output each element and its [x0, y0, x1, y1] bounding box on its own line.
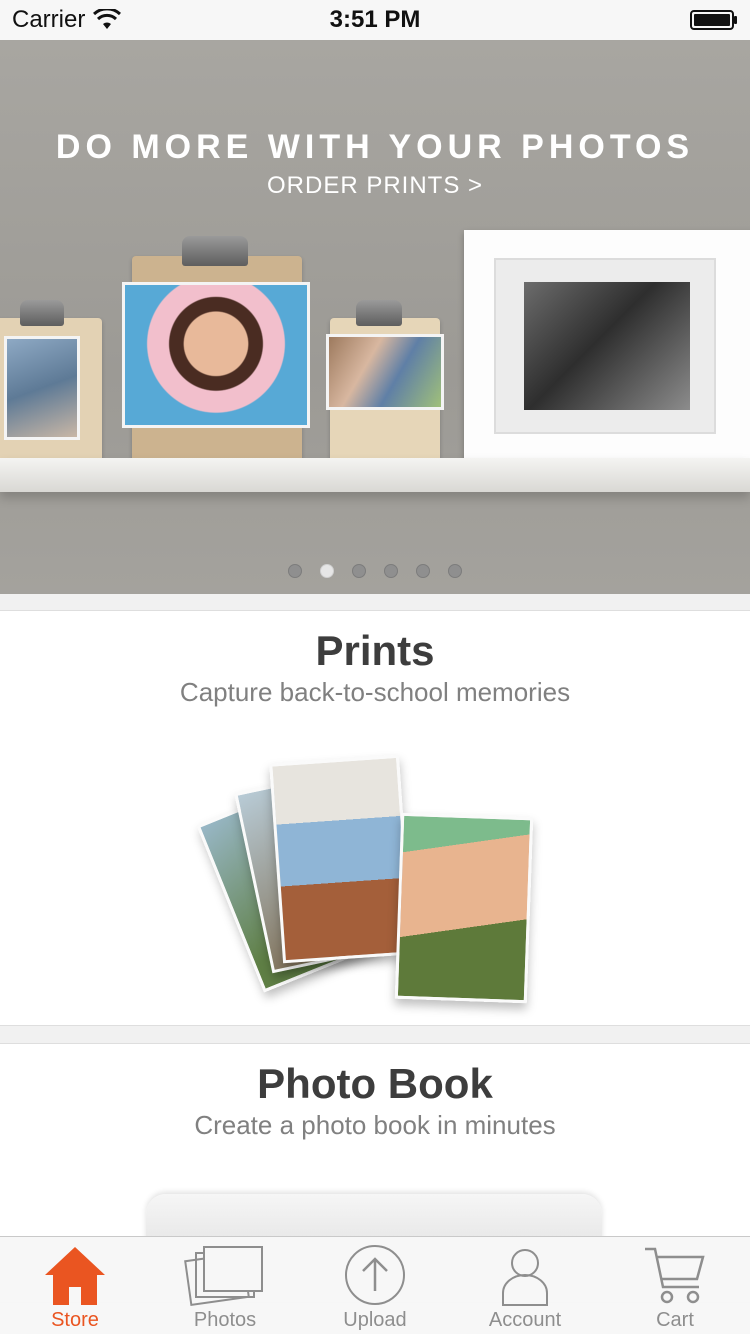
account-icon — [502, 1249, 548, 1306]
upload-icon — [345, 1245, 405, 1305]
print-photo-kids — [269, 754, 413, 964]
page-dot-active[interactable] — [320, 564, 334, 578]
photo-book-title: Photo Book — [257, 1060, 493, 1107]
clipboard-right — [326, 300, 444, 466]
photo-girl-portrait — [122, 282, 310, 428]
print-photo-boy — [394, 812, 534, 1004]
tab-account[interactable]: Account — [450, 1237, 600, 1334]
photo-family — [326, 334, 444, 410]
page-dot[interactable] — [288, 564, 302, 578]
tab-label: Store — [51, 1309, 99, 1331]
home-icon — [45, 1247, 105, 1305]
shelf — [0, 458, 750, 492]
prints-subtitle: Capture back-to-school memories — [179, 677, 571, 707]
clip-icon — [356, 300, 402, 326]
photo-frame — [464, 230, 750, 466]
prints-card[interactable]: Prints Capture back-to-school memories — [0, 610, 750, 1026]
photo-book-subtitle: Create a photo book in minutes — [194, 1110, 556, 1140]
page-dot[interactable] — [352, 564, 366, 578]
prints-title: Prints — [315, 627, 435, 674]
tab-store[interactable]: Store — [0, 1237, 150, 1334]
clip-icon — [182, 236, 248, 266]
battery-icon — [690, 10, 737, 30]
photo-girl-street — [4, 336, 80, 440]
tab-photos[interactable]: Photos — [150, 1237, 300, 1334]
clipboard-center — [122, 236, 310, 466]
page-dot[interactable] — [416, 564, 430, 578]
tab-upload[interactable]: Upload — [300, 1237, 450, 1334]
status-bar: Carrier 3:51 PM — [0, 0, 750, 40]
tab-label: Upload — [343, 1309, 407, 1331]
hero-banner[interactable]: DO MORE WITH YOUR PHOTOS ORDER PRINTS > — [0, 40, 750, 594]
frame-mat — [494, 258, 716, 434]
page-dot[interactable] — [384, 564, 398, 578]
clip-icon — [20, 300, 64, 326]
hero-title: DO MORE WITH YOUR PHOTOS — [55, 128, 695, 166]
clipboard-left — [0, 300, 102, 466]
cart-icon — [645, 1247, 705, 1304]
tab-cart[interactable]: Cart — [600, 1237, 750, 1334]
tab-bar: Store Photos Upload Account Cart — [0, 1236, 750, 1334]
status-time: 3:51 PM — [329, 6, 421, 33]
photo-couple-bw — [524, 282, 690, 410]
photos-icon — [184, 1246, 263, 1306]
tab-label: Photos — [193, 1309, 257, 1331]
tab-label: Cart — [656, 1309, 694, 1331]
page-indicator[interactable] — [0, 564, 750, 578]
page-dot[interactable] — [448, 564, 462, 578]
tab-label: Account — [488, 1309, 562, 1331]
order-prints-link[interactable]: ORDER PRINTS > — [0, 172, 750, 200]
